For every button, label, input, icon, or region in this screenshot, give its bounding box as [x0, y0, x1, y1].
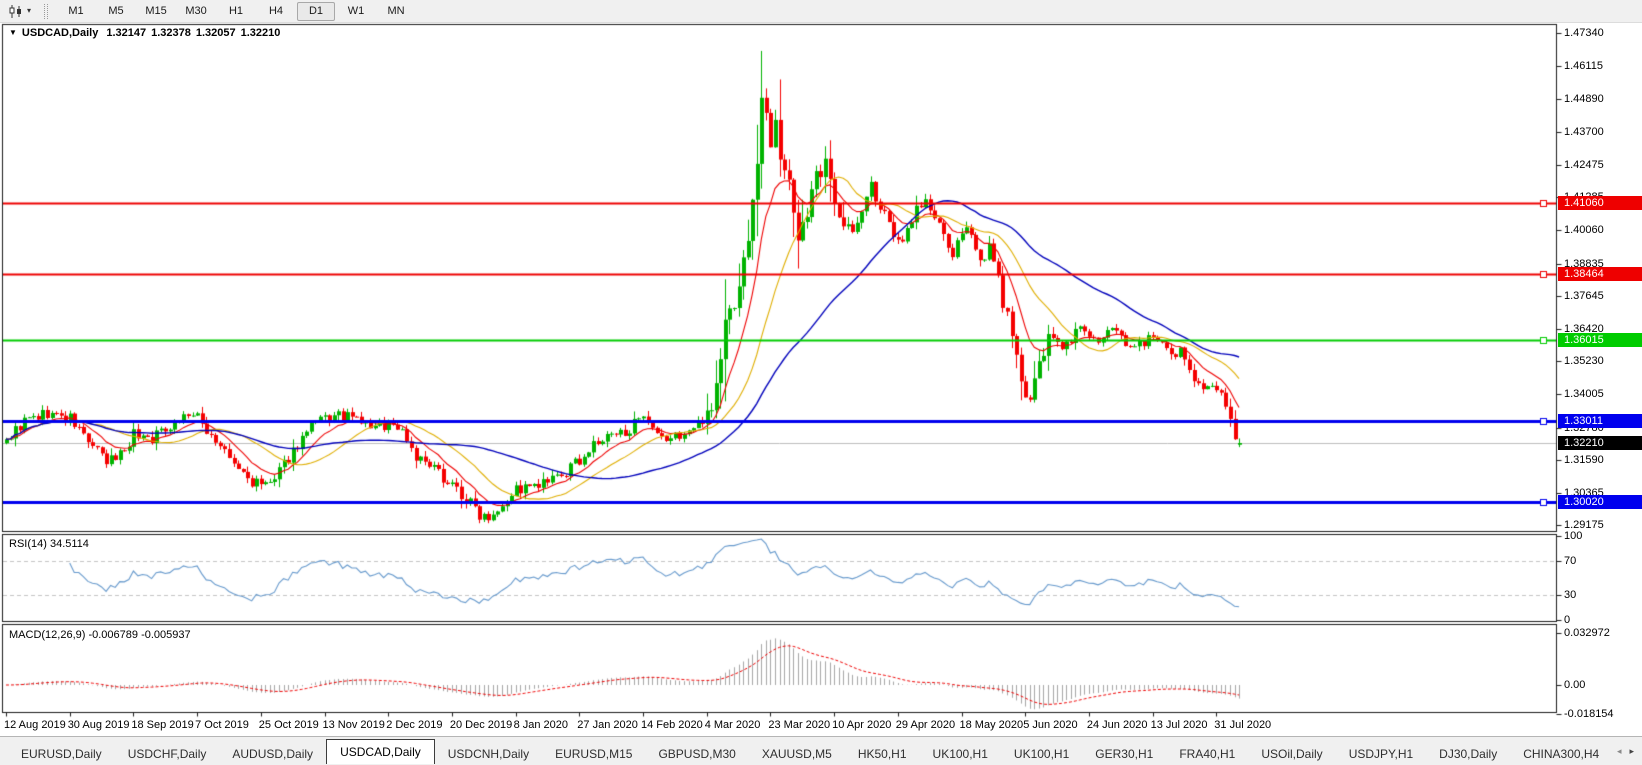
timeframe-button-D1[interactable]: D1 — [297, 1, 336, 21]
candlestick-chart-icon — [9, 4, 21, 18]
toolbar-grip[interactable] — [44, 3, 49, 19]
date-label: 13 Nov 2019 — [322, 719, 385, 731]
hline-price-label-1.30020[interactable]: 1.30020 — [1558, 495, 1642, 510]
date-label: 8 Jan 2020 — [513, 719, 569, 731]
date-label: 24 Jun 2020 — [1086, 719, 1148, 731]
price-tick-label: 1.46115 — [1564, 60, 1603, 73]
hline-price-label-1.38464[interactable]: 1.38464 — [1558, 266, 1642, 281]
ohlc-open: 1.32147 — [106, 27, 147, 39]
tab-FRA40-H1[interactable]: FRA40,H1 — [1166, 744, 1248, 764]
macd-tick-label: 0.00 — [1564, 679, 1586, 691]
tab-UK100-H1[interactable]: UK100,H1 — [920, 744, 1001, 764]
ohlc-high: 1.32378 — [151, 27, 191, 39]
chart-window: ▼ USDCAD,Daily 1.32147 1.32378 1.32057 1.3221… — [0, 22, 1642, 736]
timeframe-button-M1[interactable]: M1 — [57, 2, 95, 21]
ohlc-low: 1.32057 — [195, 27, 236, 39]
timeframe-button-M5[interactable]: M5 — [97, 2, 135, 21]
tab-GER30-H1[interactable]: GER30,H1 — [1082, 744, 1166, 764]
macd-label: MACD(12,26,9) -0.006789 -0.005937 — [9, 629, 191, 641]
tab-HK50-H1[interactable]: HK50,H1 — [845, 744, 920, 764]
price-tick-label: 1.42475 — [1564, 158, 1604, 171]
price-tick-label: 1.37645 — [1564, 289, 1604, 302]
date-label: 27 Jan 2020 — [577, 719, 638, 731]
tab-USOil-Daily[interactable]: USOil,Daily — [1248, 744, 1335, 764]
date-label: 10 Apr 2020 — [832, 719, 892, 731]
date-label: 14 Feb 2020 — [641, 719, 703, 731]
date-label: 31 Jul 2020 — [1214, 719, 1272, 731]
timeframe-button-MN[interactable]: MN — [377, 2, 415, 21]
tab-USDCAD-Daily[interactable]: USDCAD,Daily — [326, 739, 435, 764]
tab-DJ30-Daily[interactable]: DJ30,Daily — [1426, 744, 1510, 764]
macd-tick-label: -0.018154 — [1564, 707, 1614, 720]
tab-scroll-left-icon[interactable]: ◂ — [1617, 746, 1622, 757]
date-label: 29 Apr 2020 — [895, 719, 956, 731]
rsi-tick-label: 30 — [1564, 588, 1577, 601]
date-label: 5 Jun 2020 — [1023, 719, 1078, 731]
date-label: 13 Jul 2020 — [1150, 719, 1208, 731]
chart-symbol-period: USDCAD,Daily — [21, 27, 99, 39]
date-label: 12 Aug 2019 — [4, 719, 66, 731]
chart-type-button[interactable]: ▾ — [5, 4, 35, 19]
tab-USDJPY-H1[interactable]: USDJPY,H1 — [1336, 744, 1426, 764]
collapse-arrow-icon[interactable]: ▼ — [9, 28, 17, 37]
date-label: 30 Aug 2019 — [67, 719, 130, 731]
chart-canvas[interactable] — [0, 22, 1642, 736]
rsi-label: RSI(14) 34.5114 — [9, 538, 89, 550]
timeframe-button-W1[interactable]: W1 — [337, 2, 375, 21]
date-label: 2 Dec 2019 — [386, 719, 443, 731]
macd-tick-label: 0.032972 — [1564, 627, 1610, 639]
price-tick-label: 1.44890 — [1564, 93, 1604, 106]
hline-price-label-1.33011[interactable]: 1.33011 — [1558, 414, 1642, 429]
timeframe-button-H1[interactable]: H1 — [217, 2, 255, 21]
current-price-label: 1.32210 — [1558, 436, 1642, 451]
dropdown-arrow-icon: ▾ — [27, 6, 32, 15]
timeframe-button-H4[interactable]: H4 — [257, 2, 295, 21]
timeframe-button-M30[interactable]: M30 — [177, 2, 215, 21]
tab-CHINA300-H4[interactable]: CHINA300,H4 — [1510, 744, 1612, 764]
price-tick-label: 1.31590 — [1564, 453, 1604, 466]
tab-scroll-right-icon[interactable]: ▸ — [1629, 746, 1634, 757]
toolbar: ▾ M1 M5 M15 M30 H1 H4 D1 W1 MN — [0, 0, 1642, 23]
tab-UK100-H1[interactable]: UK100,H1 — [1001, 744, 1082, 764]
timeframe-button-M15[interactable]: M15 — [137, 2, 175, 21]
price-tick-label: 1.40060 — [1564, 224, 1604, 237]
tab-GBPUSD-M30[interactable]: GBPUSD,M30 — [645, 744, 748, 764]
rsi-tick-label: 0 — [1564, 614, 1571, 626]
timeframe-group: M1 M5 M15 M30 H1 H4 D1 W1 MN — [56, 0, 416, 22]
date-label: 25 Oct 2019 — [258, 719, 319, 731]
date-label: 4 Mar 2020 — [704, 719, 761, 731]
price-tick-label: 1.34005 — [1564, 388, 1604, 401]
tab-USDCNH-Daily[interactable]: USDCNH,Daily — [435, 744, 542, 764]
rsi-tick-label: 70 — [1564, 555, 1577, 568]
hline-price-label-1.36015[interactable]: 1.36015 — [1558, 332, 1642, 347]
hline-price-label-1.41060[interactable]: 1.41060 — [1558, 196, 1642, 211]
ohlc-close: 1.32210 — [240, 27, 281, 39]
price-tick-label: 1.47340 — [1564, 27, 1604, 40]
date-label: 18 May 2020 — [959, 719, 1024, 731]
tab-scroll-buttons: ◂ ▸ — [1610, 738, 1642, 764]
price-tick-label: 1.35230 — [1564, 355, 1604, 368]
tab-EURUSD-Daily[interactable]: EURUSD,Daily — [8, 744, 115, 764]
tab-EURUSD-M15[interactable]: EURUSD,M15 — [542, 744, 645, 764]
date-label: 20 Dec 2019 — [449, 719, 513, 731]
tab-XAUUSD-M5[interactable]: XAUUSD,M5 — [749, 744, 845, 764]
price-tick-label: 1.43700 — [1564, 125, 1604, 138]
date-label: 7 Oct 2019 — [195, 719, 249, 731]
chart-title: ▼ USDCAD,Daily 1.32147 1.32378 1.32057 1.3221… — [9, 27, 280, 39]
chart-tabs: EURUSD,Daily USDCHF,Daily AUDUSD,Daily USDC… — [0, 737, 1642, 764]
chart-tab-bar: EURUSD,Daily USDCHF,Daily AUDUSD,Daily USDC… — [0, 736, 1642, 765]
rsi-tick-label: 100 — [1564, 530, 1583, 542]
date-label: 18 Sep 2019 — [131, 719, 194, 731]
tab-AUDUSD-Daily[interactable]: AUDUSD,Daily — [219, 744, 326, 764]
tab-USDCHF-Daily[interactable]: USDCHF,Daily — [115, 744, 220, 764]
date-label: 23 Mar 2020 — [768, 719, 831, 731]
